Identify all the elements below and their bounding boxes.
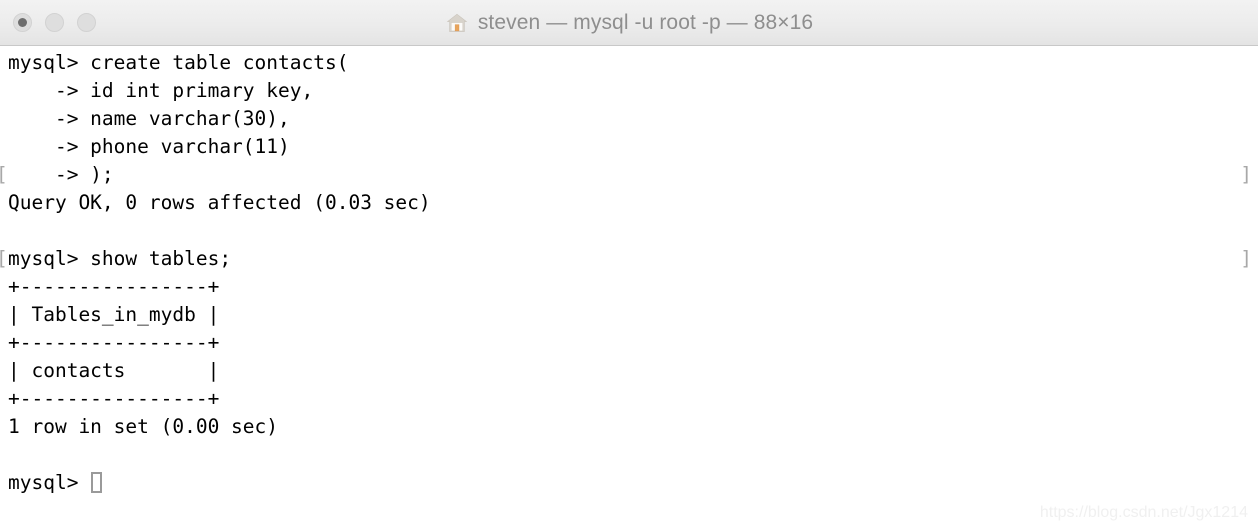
terminal-line: Query OK, 0 rows affected (0.03 sec) [0, 189, 1258, 217]
terminal-line-text: +----------------+ [8, 331, 220, 354]
window-controls [13, 0, 96, 45]
window-titlebar[interactable]: steven — mysql -u root -p — 88×16 [0, 0, 1258, 46]
terminal-line: -> id int primary key, [0, 77, 1258, 105]
window-title-area: steven — mysql -u root -p — 88×16 [0, 0, 1258, 45]
terminal-screen: mysql> create table contacts( -> id int … [0, 46, 1258, 497]
terminal-line: -> phone varchar(11) [0, 133, 1258, 161]
terminal-line-text: -> name varchar(30), [8, 107, 290, 130]
window-title: steven — mysql -u root -p — 88×16 [477, 10, 814, 34]
terminal-line-text: -> ); [8, 163, 114, 186]
terminal-line: [ -> );] [0, 161, 1258, 189]
terminal-line-text: +----------------+ [8, 275, 220, 298]
terminal-window: steven — mysql -u root -p — 88×16 mysql>… [0, 0, 1258, 524]
terminal-line: | Tables_in_mydb | [0, 301, 1258, 329]
terminal-line: -> name varchar(30), [0, 105, 1258, 133]
home-icon [446, 13, 468, 32]
terminal-line: 1 row in set (0.00 sec) [0, 413, 1258, 441]
terminal-line: +----------------+ [0, 273, 1258, 301]
terminal-line: mysql> [0, 469, 1258, 497]
terminal-line-text: 1 row in set (0.00 sec) [8, 415, 279, 438]
terminal-body[interactable]: mysql> create table contacts( -> id int … [0, 46, 1258, 524]
terminal-line-text: mysql> show tables; [8, 247, 232, 270]
close-button[interactable] [13, 13, 32, 32]
zoom-button[interactable] [77, 13, 96, 32]
terminal-line-text: Query OK, 0 rows affected (0.03 sec) [8, 191, 431, 214]
terminal-line-text: | contacts | [8, 359, 220, 382]
minimize-button[interactable] [45, 13, 64, 32]
prompt-mark-left: [ [0, 245, 8, 273]
terminal-line-text: mysql> [8, 471, 91, 494]
prompt-mark-right: ] [1240, 247, 1252, 270]
terminal-line-text: | Tables_in_mydb | [8, 303, 220, 326]
terminal-line-text: -> phone varchar(11) [8, 135, 290, 158]
terminal-line-text: mysql> create table contacts( [8, 51, 349, 74]
terminal-line: +----------------+ [0, 385, 1258, 413]
close-dot [18, 18, 27, 27]
prompt-mark-left: [ [0, 161, 8, 189]
prompt-mark-right: ] [1240, 163, 1252, 186]
terminal-line: +----------------+ [0, 329, 1258, 357]
terminal-line: mysql> create table contacts( [0, 49, 1258, 77]
terminal-cursor [91, 472, 103, 493]
terminal-line-text: +----------------+ [8, 387, 220, 410]
terminal-line: | contacts | [0, 357, 1258, 385]
watermark: https://blog.csdn.net/Jgx1214 [1039, 504, 1248, 521]
terminal-line-text: -> id int primary key, [8, 79, 314, 102]
terminal-line: [mysql> show tables;] [0, 245, 1258, 273]
